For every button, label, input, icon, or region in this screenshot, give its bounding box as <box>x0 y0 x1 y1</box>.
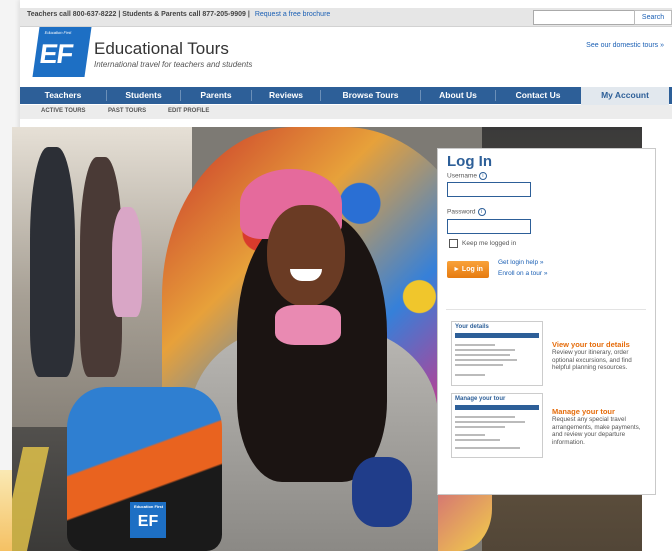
search-input[interactable] <box>533 10 635 25</box>
domestic-tours-link[interactable]: See our domestic tours » <box>586 42 664 49</box>
logo-big-text: EF <box>37 39 75 69</box>
girl-face <box>267 205 345 307</box>
backpack-logo-small: Education First <box>134 504 164 509</box>
username-field[interactable] <box>447 182 531 197</box>
tab-teachers[interactable]: Teachers <box>20 87 106 104</box>
thumb-line <box>455 439 500 441</box>
thumb-line <box>455 374 485 376</box>
login-title: Log In <box>447 153 492 170</box>
tab-about-us[interactable]: About Us <box>421 87 495 104</box>
sculpture-glove <box>352 457 412 527</box>
tab-contact-us[interactable]: Contact Us <box>496 87 580 104</box>
login-help-link[interactable]: Get login help » <box>498 259 544 266</box>
thumb-title: Manage your tour <box>455 396 506 402</box>
search-button[interactable]: Search <box>634 10 672 25</box>
thumb-title: Your details <box>455 324 489 330</box>
info-icon[interactable]: i <box>478 172 487 180</box>
thumb-line <box>455 426 505 428</box>
subnav-past-tours[interactable]: PAST TOURS <box>108 108 146 114</box>
thumb-line <box>455 349 515 351</box>
contact-phones: Teachers call 800-637-8222 | Students & … <box>27 11 250 18</box>
backpack-ef-logo: Education First EF <box>130 502 166 538</box>
password-label-text: Password <box>447 208 476 216</box>
username-label: Username i <box>447 172 487 180</box>
sub-nav: ACTIVE TOURS PAST TOURS EDIT PROFILE <box>20 105 672 119</box>
feature-title-details[interactable]: View your tour details <box>552 340 630 349</box>
subnav-active-tours[interactable]: ACTIVE TOURS <box>41 108 86 114</box>
brand-title: Educational Tours <box>94 39 229 58</box>
manage-tour-thumbnail[interactable]: Manage your tour <box>451 393 543 458</box>
password-field[interactable] <box>447 219 531 234</box>
tab-parents[interactable]: Parents <box>181 87 251 104</box>
tab-my-account[interactable]: My Account <box>581 87 669 106</box>
thumb-line <box>455 364 503 366</box>
thumb-line <box>455 416 515 418</box>
subnav-edit-profile[interactable]: EDIT PROFILE <box>168 108 209 114</box>
thumb-line <box>455 421 525 423</box>
site-header: Education First EF Educational Tours Int… <box>20 27 672 87</box>
top-bar: Teachers call 800-637-8222 | Students & … <box>20 8 672 27</box>
info-icon[interactable]: i <box>477 208 486 216</box>
username-label-text: Username <box>447 172 477 180</box>
brochure-link[interactable]: Request a free brochure <box>255 11 331 18</box>
logo-small-text: Education First <box>44 30 72 35</box>
contact-info: Teachers call 800-637-8222 | Students & … <box>27 11 330 18</box>
thumb-line <box>455 447 520 449</box>
tour-details-thumbnail[interactable]: Your details <box>451 321 543 386</box>
tab-reviews[interactable]: Reviews <box>252 87 320 104</box>
thumb-tabs <box>455 333 539 338</box>
thumb-line <box>455 359 517 361</box>
feature-title-manage[interactable]: Manage your tour <box>552 407 615 416</box>
password-label: Password i <box>447 208 486 216</box>
panel-divider <box>446 309 646 310</box>
tab-students[interactable]: Students <box>107 87 180 104</box>
remember-label: Keep me logged in <box>462 240 517 247</box>
background-child <box>112 207 142 317</box>
enroll-link[interactable]: Enroll on a tour » <box>498 270 548 277</box>
backpack-logo-big: EF <box>137 513 159 530</box>
feature-desc-details: Review your itinerary, order optional ex… <box>552 349 632 371</box>
girl-scarf <box>275 305 341 345</box>
main-nav: Teachers Students Parents Reviews Browse… <box>20 87 672 106</box>
background-person <box>30 147 75 377</box>
login-button[interactable]: ► Log in <box>447 261 489 278</box>
feature-desc-manage: Request any special travel arrangements,… <box>552 416 641 446</box>
thumb-line <box>455 344 495 346</box>
thumb-line <box>455 434 485 436</box>
brand-tagline: International travel for teachers and st… <box>94 60 253 69</box>
thumb-tabs <box>455 405 539 410</box>
tab-browse-tours[interactable]: Browse Tours <box>321 87 420 104</box>
login-panel: Log In Username i Password i Keep me logge… <box>437 148 656 495</box>
remember-checkbox[interactable] <box>449 239 458 248</box>
thumb-line <box>455 354 510 356</box>
ef-logo[interactable]: Education First EF <box>32 27 92 77</box>
